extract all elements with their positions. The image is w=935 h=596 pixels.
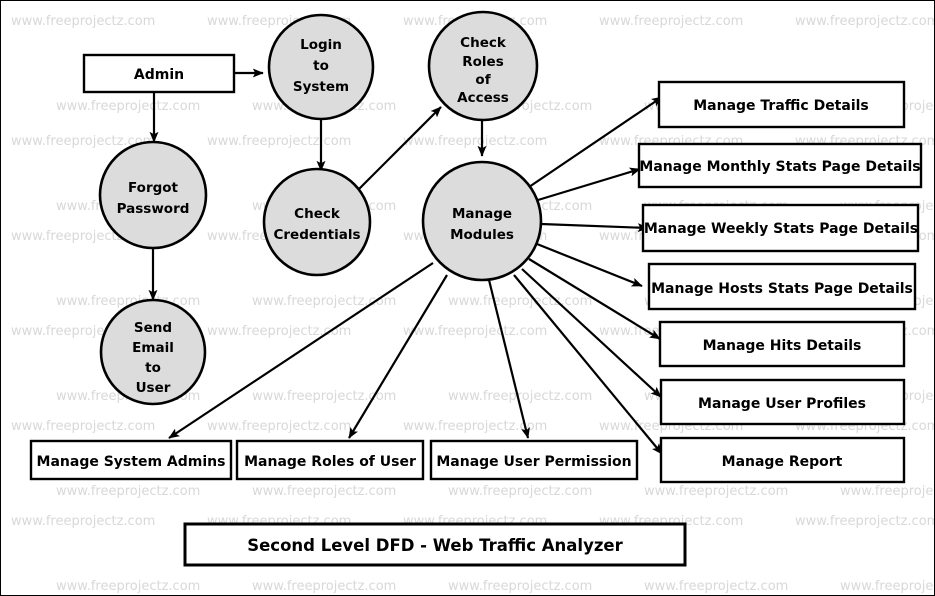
- flow-manage-modules-to-report: [513, 274, 663, 455]
- diagram-title: Second Level DFD - Web Traffic Analyzer: [183, 522, 687, 567]
- store-manage-weekly-stats-page-details-label: Manage Weekly Stats Page Details: [644, 221, 918, 237]
- store-manage-monthly-stats-page-details-label: Manage Monthly Stats Page Details: [639, 159, 920, 175]
- process-check-credentials-label-line-1: Check: [294, 206, 341, 222]
- store-manage-report-label: Manage Report: [722, 454, 843, 470]
- flow-manage-modules-to-weekly: [540, 222, 649, 233]
- store-manage-weekly-stats-page-details[interactable]: Manage Weekly Stats Page Details: [641, 203, 920, 253]
- store-manage-roles-of-user-label: Manage Roles of User: [244, 454, 416, 470]
- flow-manage-modules-to-permission: [487, 279, 530, 439]
- process-check-roles[interactable]: Check Roles of Access: [427, 10, 539, 122]
- process-check-credentials[interactable]: Check Credentials: [262, 167, 372, 277]
- store-manage-system-admins-label: Manage System Admins: [37, 454, 226, 470]
- store-manage-system-admins[interactable]: Manage System Admins: [29, 439, 233, 481]
- process-manage-modules[interactable]: Manage Modules: [421, 160, 543, 282]
- store-manage-hosts-stats-page-details[interactable]: Manage Hosts Stats Page Details: [647, 262, 917, 311]
- store-manage-roles-of-user[interactable]: Manage Roles of User: [235, 439, 425, 481]
- store-manage-user-profiles-label: Manage User Profiles: [698, 396, 866, 412]
- process-send-email-to-user[interactable]: Send Email to User: [99, 298, 207, 406]
- process-send-email-to-user-label-line-2: Email: [132, 340, 174, 356]
- flow-manage-modules-to-profiles: [521, 268, 662, 398]
- store-manage-user-profiles[interactable]: Manage User Profiles: [659, 378, 906, 426]
- store-manage-hits-details-label: Manage Hits Details: [703, 338, 862, 354]
- flow-manage-modules-to-hits: [528, 258, 661, 340]
- process-send-email-to-user-label-line-4: User: [136, 380, 171, 396]
- store-manage-traffic-details-label: Manage Traffic Details: [693, 98, 869, 114]
- process-login-label-line-2: to: [313, 58, 329, 74]
- store-manage-hosts-stats-page-details-label: Manage Hosts Stats Page Details: [651, 281, 913, 297]
- process-forgot-password[interactable]: Forgot Password: [98, 140, 208, 250]
- store-manage-monthly-stats-page-details[interactable]: Manage Monthly Stats Page Details: [637, 142, 923, 189]
- process-check-credentials-label-line-2: Credentials: [273, 227, 360, 243]
- flow-manage-modules-to-hosts: [536, 242, 643, 288]
- dfd-canvas: www.freeprojectz.com www.freeprojectz.com…: [0, 0, 935, 596]
- flow-manage-modules-to-sysadmins: [168, 262, 434, 439]
- store-manage-report[interactable]: Manage Report: [659, 436, 906, 484]
- process-manage-modules-label-line-2: Modules: [450, 227, 514, 243]
- process-forgot-password-label-line-2: Password: [117, 201, 190, 217]
- process-login[interactable]: Login to System: [267, 13, 375, 121]
- process-check-roles-label-line-2: Roles: [462, 54, 504, 70]
- process-forgot-password-label-line-1: Forgot: [128, 180, 179, 196]
- flow-check-credentials-to-check-roles: [358, 106, 442, 190]
- process-check-roles-label-line-4: Access: [457, 90, 509, 106]
- entity-admin[interactable]: Admin: [82, 53, 236, 94]
- flow-lines: [148, 68, 663, 455]
- store-manage-hits-details[interactable]: Manage Hits Details: [658, 320, 906, 368]
- process-send-email-to-user-label-line-3: to: [145, 360, 161, 376]
- process-send-email-to-user-label-line-1: Send: [134, 320, 172, 336]
- store-manage-traffic-details[interactable]: Manage Traffic Details: [657, 80, 906, 129]
- store-manage-user-permission[interactable]: Manage User Permission: [429, 439, 639, 481]
- process-check-roles-label-line-3: of: [475, 72, 490, 88]
- entity-admin-label: Admin: [134, 67, 184, 83]
- flow-manage-modules-to-roles: [348, 274, 448, 439]
- process-manage-modules-label-line-1: Manage: [452, 206, 512, 222]
- dfd-diagram: Admin Login to System Check Roles of Acc…: [29, 10, 923, 567]
- store-manage-user-permission-label: Manage User Permission: [436, 454, 631, 470]
- process-check-roles-label-line-1: Check: [460, 35, 507, 51]
- process-login-label-line-3: System: [293, 79, 349, 95]
- process-check-credentials-circle: [262, 167, 372, 277]
- process-login-label-line-1: Login: [300, 37, 342, 53]
- diagram-title-label: Second Level DFD - Web Traffic Analyzer: [247, 536, 623, 555]
- flow-manage-modules-to-monthly: [537, 167, 641, 202]
